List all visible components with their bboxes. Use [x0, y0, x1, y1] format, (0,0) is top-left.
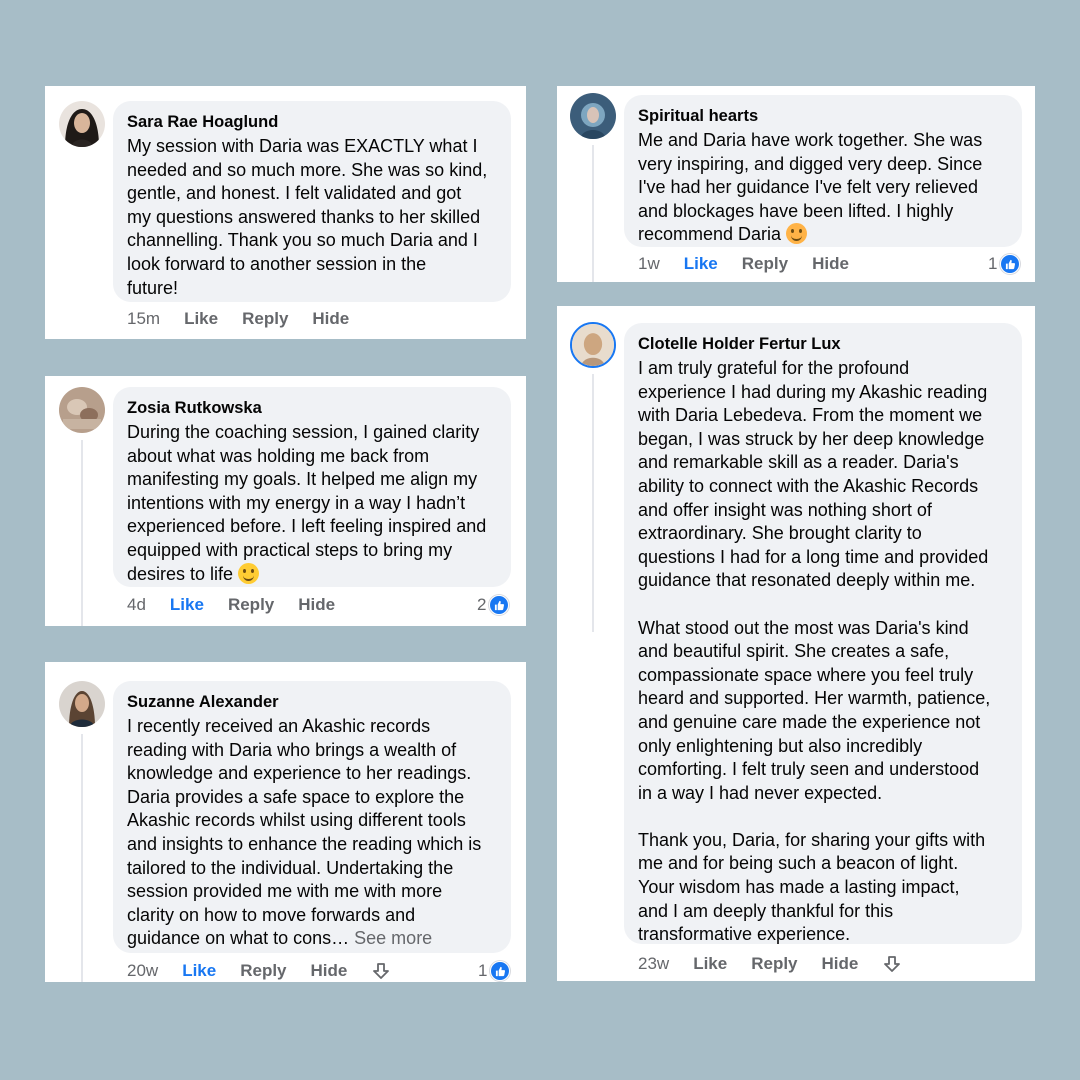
comment-timestamp[interactable]: 23w	[638, 954, 669, 974]
comment-actions: 15m Like Reply Hide	[127, 307, 373, 331]
thread-line	[592, 374, 594, 632]
see-more-link[interactable]: See more	[354, 928, 432, 948]
reply-button[interactable]: Reply	[242, 309, 288, 329]
hide-button[interactable]: Hide	[312, 309, 349, 329]
comment-text: During the coaching session, I gained cl…	[127, 422, 487, 584]
like-button[interactable]: Like	[170, 595, 204, 615]
commenter-name[interactable]: Sara Rae Hoaglund	[127, 111, 497, 133]
like-button[interactable]: Like	[182, 961, 216, 981]
comment-timestamp[interactable]: 4d	[127, 595, 146, 615]
hide-button[interactable]: Hide	[311, 961, 348, 981]
reply-button[interactable]: Reply	[228, 595, 274, 615]
comment-card-spiritual-hearts: Spiritual hearts Me and Daria have work …	[557, 86, 1035, 282]
comment-card-suzanne: Suzanne Alexander I recently received an…	[45, 662, 526, 982]
arrow-down-icon[interactable]	[882, 954, 902, 974]
thread-line	[81, 440, 83, 626]
avatar[interactable]	[570, 322, 616, 368]
commenter-name[interactable]: Zosia Rutkowska	[127, 397, 497, 419]
like-button[interactable]: Like	[693, 954, 727, 974]
commenter-name[interactable]: Clotelle Holder Fertur Lux	[638, 333, 1008, 355]
commenter-name[interactable]: Suzanne Alexander	[127, 691, 497, 713]
reply-button[interactable]: Reply	[742, 254, 788, 274]
comment-actions: 20w Like Reply Hide	[127, 959, 415, 983]
reaction-summary[interactable]: 2	[477, 593, 510, 617]
avatar[interactable]	[570, 93, 616, 139]
comment-timestamp[interactable]: 15m	[127, 309, 160, 329]
comment-timestamp[interactable]: 20w	[127, 961, 158, 981]
comment-text: My session with Daria was EXACTLY what I…	[127, 136, 488, 298]
comment-card-sara: Sara Rae Hoaglund My session with Daria …	[45, 86, 526, 339]
reaction-summary[interactable]: 1	[988, 252, 1021, 276]
smile-emoji-icon	[238, 562, 260, 584]
avatar[interactable]	[59, 387, 105, 433]
comment-bubble: Sara Rae Hoaglund My session with Daria …	[113, 101, 511, 302]
comment-bubble: Suzanne Alexander I recently received an…	[113, 681, 511, 953]
thread-line	[592, 145, 594, 282]
like-button[interactable]: Like	[184, 309, 218, 329]
smile-emoji-icon	[786, 223, 808, 245]
avatar[interactable]	[59, 681, 105, 727]
commenter-name[interactable]: Spiritual hearts	[638, 105, 1008, 127]
comment-text: I am truly grateful for the profound exp…	[638, 358, 991, 945]
comment-bubble: Clotelle Holder Fertur Lux I am truly gr…	[624, 323, 1022, 944]
thumbs-up-icon	[490, 961, 511, 981]
reaction-count: 1	[478, 961, 488, 980]
comment-text: Me and Daria have work together. She was…	[638, 130, 983, 245]
comment-bubble: Spiritual hearts Me and Daria have work …	[624, 95, 1022, 247]
hide-button[interactable]: Hide	[822, 954, 859, 974]
reply-button[interactable]: Reply	[240, 961, 286, 981]
comment-card-zosia: Zosia Rutkowska During the coaching sess…	[45, 376, 526, 626]
thread-line	[81, 734, 83, 982]
comment-bubble: Zosia Rutkowska During the coaching sess…	[113, 387, 511, 587]
reply-button[interactable]: Reply	[751, 954, 797, 974]
thumbs-up-icon	[1000, 254, 1021, 274]
hide-button[interactable]: Hide	[812, 254, 849, 274]
comment-actions: 23w Like Reply Hide	[638, 952, 926, 976]
hide-button[interactable]: Hide	[298, 595, 335, 615]
avatar[interactable]	[59, 101, 105, 147]
comment-actions: 4d Like Reply Hide	[127, 593, 359, 617]
comment-timestamp[interactable]: 1w	[638, 254, 660, 274]
thumbs-up-icon	[489, 595, 510, 615]
reaction-count: 1	[988, 254, 998, 273]
arrow-down-icon[interactable]	[371, 961, 391, 981]
reaction-summary[interactable]: 1	[478, 959, 511, 983]
comment-card-clotelle: Clotelle Holder Fertur Lux I am truly gr…	[557, 306, 1035, 981]
like-button[interactable]: Like	[684, 254, 718, 274]
comment-actions: 1w Like Reply Hide	[638, 252, 873, 276]
comment-text: I recently received an Akashic records r…	[127, 716, 482, 949]
reaction-count: 2	[477, 595, 487, 614]
